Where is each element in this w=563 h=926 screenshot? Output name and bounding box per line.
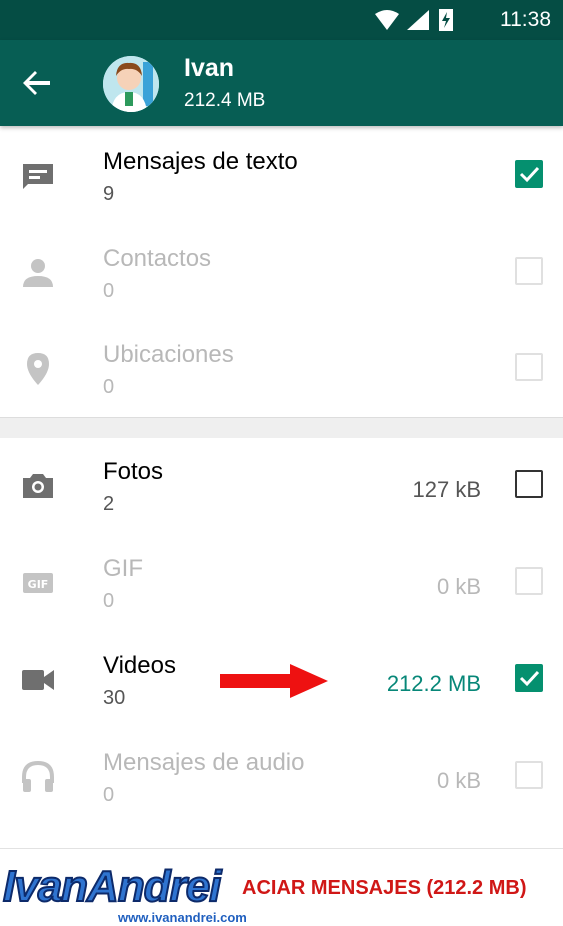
person-icon (23, 259, 53, 287)
row-ubicaciones: Ubicaciones 0 (0, 321, 563, 417)
avatar[interactable] (103, 56, 159, 112)
row-fotos[interactable]: Fotos 2 127 kB (0, 438, 563, 534)
row-label: Fotos (103, 458, 164, 485)
checkbox-mensajes-de-texto[interactable] (515, 160, 543, 188)
signal-icon (407, 10, 429, 30)
row-gif: GIF GIF 0 0 kB (0, 535, 563, 631)
checkbox-contactos (515, 257, 543, 285)
check-icon (519, 670, 540, 687)
checkbox-mensajes-de-audio (515, 761, 543, 789)
row-label: Videos (103, 652, 176, 679)
row-count: 0 (103, 784, 115, 806)
checkbox-videos[interactable] (515, 664, 543, 692)
row-size: 0 kB (436, 574, 481, 599)
section-divider (0, 417, 563, 438)
checkbox-ubicaciones (515, 353, 543, 381)
row-label: GIF (103, 555, 143, 582)
row-mensajes-de-audio: Mensajes de audio 0 0 kB (0, 729, 563, 825)
checkbox-gif (515, 567, 543, 595)
status-bar: 11:38 (0, 0, 563, 40)
row-size: 127 kB (412, 477, 482, 502)
back-arrow-icon[interactable] (20, 66, 54, 100)
checkbox-fotos[interactable] (515, 470, 543, 498)
avatar-image (103, 56, 159, 112)
row-label: Mensajes de audio (103, 749, 305, 776)
row-count: 2 (103, 493, 115, 515)
gif-icon: GIF (23, 573, 53, 593)
message-icon (23, 164, 53, 189)
contact-name: Ivan (184, 54, 235, 82)
watermark-url: www.ivanandrei.com (118, 910, 247, 925)
row-count: 9 (103, 183, 115, 205)
status-time: 11:38 (500, 8, 551, 31)
headphones-icon (22, 760, 54, 792)
videocam-icon (22, 670, 54, 690)
row-label: Contactos (103, 245, 212, 272)
storage-total: 212.4 MB (184, 90, 266, 111)
watermark-logo: IvanAndrei (2, 861, 222, 912)
location-pin-icon (27, 353, 49, 385)
row-size: 212.2 MB (386, 671, 481, 696)
app-bar: Ivan 212.4 MB (0, 40, 563, 126)
row-count: 0 (103, 590, 115, 612)
camera-icon (23, 474, 53, 498)
clear-messages-button[interactable]: ACIAR MENSAJES (212.2 MB) (242, 877, 527, 900)
row-label: Mensajes de texto (103, 148, 298, 175)
row-count: 0 (103, 376, 115, 398)
row-mensajes-de-texto[interactable]: Mensajes de texto 9 (0, 128, 563, 224)
svg-text:GIF: GIF (28, 578, 49, 591)
red-arrow-annotation (220, 664, 328, 698)
wifi-icon (375, 10, 399, 30)
status-icons (375, 9, 453, 31)
row-count: 30 (103, 687, 126, 709)
row-count: 0 (103, 280, 115, 302)
check-icon (519, 166, 540, 183)
row-size: 0 kB (436, 768, 481, 793)
row-contactos: Contactos 0 (0, 225, 563, 321)
row-label: Ubicaciones (103, 341, 234, 368)
bottom-divider (0, 848, 563, 849)
